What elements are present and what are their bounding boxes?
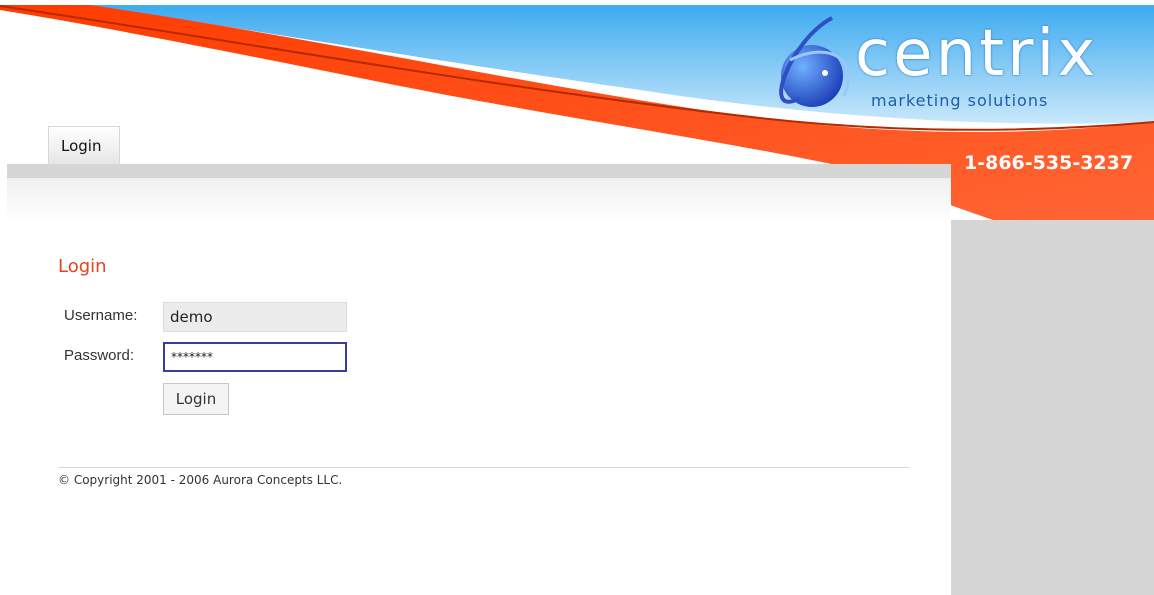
username-input[interactable]: [163, 302, 347, 332]
username-label: Username:: [64, 307, 138, 324]
login-button[interactable]: Login: [163, 383, 229, 415]
tab-bar: [7, 164, 951, 178]
page-title: Login: [58, 256, 107, 277]
brand-logo-text: centrix: [855, 17, 1099, 91]
brand-tagline: marketing solutions: [871, 91, 1049, 110]
tab-login[interactable]: Login: [48, 126, 120, 164]
footer-divider: [58, 467, 909, 468]
password-label: Password:: [64, 347, 135, 364]
password-input[interactable]: [163, 342, 347, 372]
phone-number: 1-866-535-3237: [964, 152, 1134, 174]
right-sidebar-panel: [951, 220, 1154, 595]
tab-bar-shadow: [7, 178, 951, 222]
copyright-text: © Copyright 2001 - 2006 Aurora Concepts …: [58, 473, 343, 487]
